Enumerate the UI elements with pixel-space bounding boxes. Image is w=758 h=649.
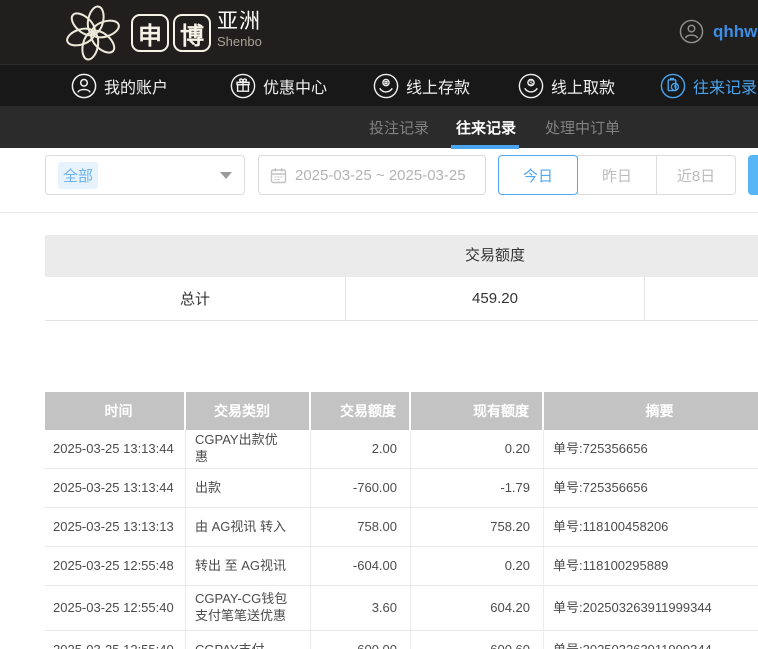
- summary-total-label: 总计: [179, 291, 210, 308]
- nav-item-online-deposit[interactable]: 线上存款: [373, 65, 470, 106]
- nav-item-promotions[interactable]: 优惠中心: [230, 65, 327, 106]
- quick-date-buttons: 今日 昨日 近8日: [498, 155, 736, 195]
- top-header-bar: 申 博 亚洲 Shenbo qhhw2: [0, 0, 758, 64]
- tab-transaction-records[interactable]: 往来记录: [456, 106, 516, 148]
- col-header-type: 交易类别: [186, 392, 311, 430]
- cell-summary: 单号:725356656: [553, 479, 648, 495]
- brand-char-bo: 博: [173, 14, 211, 52]
- nav-label: 优惠中心: [263, 79, 328, 97]
- cell-amount: 2.00: [311, 430, 411, 468]
- table-row: 2025-03-25 12:55:48 转出 至 AG视讯 -604.00 0.…: [45, 547, 758, 586]
- cell-balance: 0.20: [411, 547, 544, 585]
- cell-summary: 单号:118100295889: [553, 557, 669, 573]
- brand-region-en: Shenbo: [217, 34, 262, 49]
- cell-type: 出款: [186, 469, 311, 507]
- nav-label: 线上取款: [551, 79, 616, 97]
- cell-amount: -760.00: [311, 469, 411, 507]
- table-row: 2025-03-25 13:13:44 CGPAY出款优惠 2.00 0.20 …: [45, 430, 758, 469]
- cell-time: 2025-03-25 13:13:13: [45, 508, 186, 546]
- cell-time: 2025-03-25 12:55:48: [45, 547, 186, 585]
- summary-total-row: 总计 459.20: [45, 277, 758, 321]
- date-range-input[interactable]: 2025-03-25 ~ 2025-03-25: [258, 155, 486, 195]
- brand-region: 亚洲 Shenbo: [217, 11, 262, 48]
- cell-summary: 单号:118100458206: [553, 518, 669, 534]
- col-header-balance: 现有额度: [411, 392, 544, 430]
- cell-type: CGPAY出款优惠: [186, 430, 311, 468]
- cell-type: 转出 至 AG视讯: [186, 547, 311, 585]
- col-header-summary: 摘要: [645, 403, 674, 419]
- tab-processing-orders[interactable]: 处理中订单: [545, 106, 620, 148]
- cell-summary: 单号:202503263911999344: [553, 599, 712, 615]
- nav-item-online-withdrawal[interactable]: $ 线上取款: [518, 65, 615, 106]
- nav-label: 线上存款: [406, 79, 471, 97]
- cell-amount: 758.00: [311, 508, 411, 546]
- cell-time: 2025-03-25 13:13:44: [45, 430, 186, 468]
- last-8-days-button[interactable]: 近8日: [656, 155, 736, 195]
- brand-region-cn: 亚洲: [217, 10, 261, 33]
- active-tab-indicator: [451, 145, 519, 149]
- summary-header-label: 交易额度: [464, 247, 525, 264]
- records-subnav: 投注记录 往来记录 处理中订单: [0, 106, 758, 148]
- avatar-icon: [679, 19, 704, 44]
- table-row: 2025-03-25 13:13:13 由 AG视讯 转入 758.00 758…: [45, 508, 758, 547]
- col-header-amount: 交易额度: [311, 392, 411, 430]
- table-row: 2025-03-25 13:13:44 出款 -760.00 -1.79 单号:…: [45, 469, 758, 508]
- user-icon: [71, 73, 97, 98]
- summary-table: 交易额度 总计 459.20: [45, 235, 758, 321]
- page: 申 博 亚洲 Shenbo qhhw2 我的账户: [0, 0, 758, 649]
- col-header-time: 时间: [45, 392, 186, 430]
- category-selected-value: 全部: [58, 161, 99, 189]
- yesterday-button[interactable]: 昨日: [577, 155, 657, 195]
- nav-label: 我的账户: [104, 79, 169, 97]
- summary-total-value: 459.20: [345, 277, 645, 320]
- brand-char-shen: 申: [131, 14, 169, 52]
- tab-betting-records[interactable]: 投注记录: [369, 106, 429, 148]
- cell-amount: 600.00: [311, 631, 411, 649]
- table-row: 2025-03-25 12:55:40 CGPAY-CG钱包支付笔笔送优惠 3.…: [45, 586, 758, 631]
- cell-balance: 600.60: [411, 631, 544, 649]
- cell-summary: 单号:202503263911999344: [544, 631, 758, 649]
- calendar-icon: [270, 167, 287, 183]
- withdraw-hand-icon: $: [518, 73, 544, 98]
- cell-balance: 758.20: [411, 508, 544, 546]
- username-text[interactable]: qhhw2: [713, 22, 758, 42]
- records-table-header: 时间 交易类别 交易额度 现有额度 摘要: [45, 392, 758, 430]
- table-row: 2025-03-25 12:55:40 CGPAY支付 600.00 600.6…: [45, 631, 758, 649]
- deposit-hand-icon: [373, 73, 399, 98]
- summary-empty-cell: [645, 277, 758, 320]
- cell-amount: 3.60: [311, 586, 411, 630]
- main-navbar: 我的账户 优惠中心 线上存款 $ 线上取款 往来记录: [0, 64, 758, 106]
- cell-balance: 604.20: [411, 586, 544, 630]
- today-button[interactable]: 今日: [498, 155, 578, 195]
- nav-label: 往来记录: [693, 79, 758, 97]
- nav-item-transaction-records[interactable]: 往来记录: [660, 65, 757, 106]
- brand-flower-icon: [66, 5, 120, 61]
- cell-time: 2025-03-25 13:13:44: [45, 469, 186, 507]
- cell-time: 2025-03-25 12:55:40: [45, 631, 186, 649]
- cell-time: 2025-03-25 12:55:40: [45, 586, 186, 630]
- search-button[interactable]: [748, 155, 758, 195]
- nav-item-my-account[interactable]: 我的账户: [71, 65, 168, 106]
- summary-header-row: 交易额度: [45, 235, 758, 277]
- records-table: 时间 交易类别 交易额度 现有额度 摘要 2025-03-25 13:13:44…: [45, 392, 758, 649]
- cell-amount: -604.00: [311, 547, 411, 585]
- records-clipboard-icon: [660, 73, 686, 98]
- svg-text:$: $: [529, 79, 533, 86]
- cell-summary: 单号:725356656: [553, 440, 648, 456]
- cell-type: 由 AG视讯 转入: [186, 508, 311, 546]
- chevron-down-icon: [220, 171, 232, 179]
- cell-balance: -1.79: [411, 469, 544, 507]
- user-account-area[interactable]: qhhw2: [679, 19, 758, 44]
- cell-type: CGPAY支付: [186, 631, 311, 649]
- gift-icon: [230, 73, 256, 98]
- date-range-value: 2025-03-25 ~ 2025-03-25: [295, 166, 466, 184]
- category-select[interactable]: 全部: [45, 155, 245, 195]
- cell-balance: 0.20: [411, 430, 544, 468]
- cell-type: CGPAY-CG钱包支付笔笔送优惠: [186, 586, 311, 630]
- section-divider: [0, 212, 758, 213]
